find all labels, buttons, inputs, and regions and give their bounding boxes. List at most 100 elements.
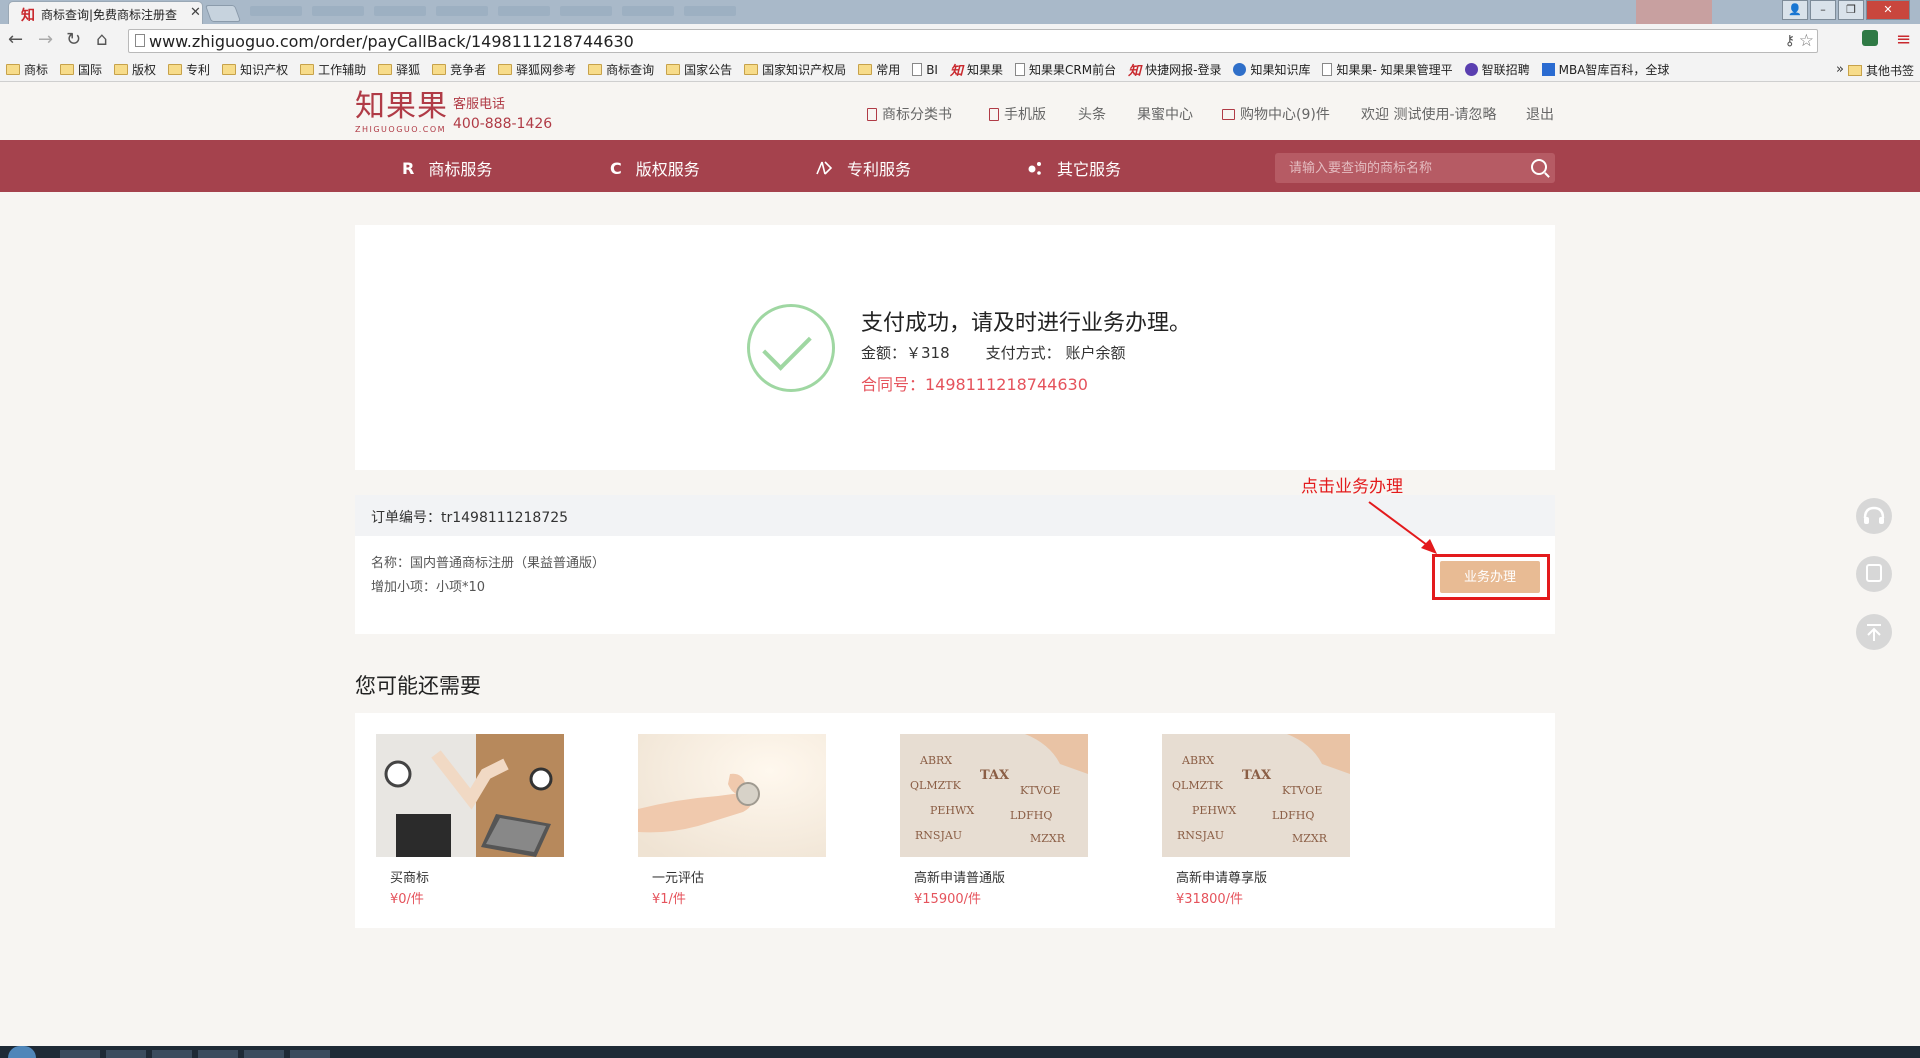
bookmark-item[interactable]: 商标查询 [588,61,654,78]
bookmark-item[interactable]: 驿狐网参考 [498,61,576,78]
recommend-item-price: ¥0/件 [390,892,424,907]
tab-close-icon[interactable]: ✕ [190,5,201,20]
toplink-welcome-user[interactable]: 欢迎 测试使用-请忽略 [1361,104,1497,124]
nav-other-service[interactable]: 其它服务 [1027,156,1121,180]
bookmark-item[interactable]: 版权 [114,61,156,78]
bookmark-item[interactable]: 知快捷网报-登录 [1128,60,1221,79]
main-navbar [0,140,1920,192]
folder-icon [432,64,447,75]
close-window-button[interactable]: ✕ [1866,0,1910,20]
hotline-number: 400-888-1426 [453,116,553,132]
nav-trademark-service[interactable]: R 商标服务 [402,156,492,180]
menu-icon[interactable]: ≡ [1896,31,1911,49]
address-url[interactable]: www.zhiguoguo.com/order/payCallBack/1498… [149,32,634,51]
back-arrow-icon[interactable]: ← [8,31,23,49]
address-bar[interactable]: www.zhiguoguo.com/order/payCallBack/1498… [128,29,1818,53]
reload-icon[interactable]: ↻ [66,31,81,49]
bookmark-item[interactable]: 知知果果 [950,60,1003,79]
recommend-item-hitech-standard[interactable]: ABRX QLMZTK PEHWX RNSJAU KTVOE LDFHQ MZXR TAX… [900,734,1088,907]
annotation-text: 点击业务办理 [1301,477,1403,497]
page-icon [912,63,923,76]
bookmark-item[interactable]: 知果知识库 [1233,61,1310,78]
search-icon[interactable] [1531,159,1547,175]
bookmark-item[interactable]: 商标 [6,61,48,78]
svg-text:MZXR: MZXR [1292,832,1328,845]
taskbar-app[interactable] [244,1050,284,1058]
toplink-trademark-book[interactable]: 商标分类书 [867,104,952,124]
recommend-item-price: ¥31800/件 [1176,892,1244,907]
folder-icon [6,64,20,75]
dots-icon [1028,162,1041,175]
bookmark-item[interactable]: 智联招聘 [1464,61,1530,78]
folder-icon [222,64,237,75]
copyright-c-icon: C [610,158,622,178]
folder-icon [588,64,603,75]
back-to-top-float-button[interactable] [1856,614,1892,650]
bookmark-item[interactable]: 竞争者 [432,61,486,78]
svg-text:PEHWX: PEHWX [930,804,974,817]
key-icon[interactable]: ⚷ [1785,33,1795,49]
zhiguoguo-icon: 知 [949,64,963,79]
toplink-honey-center[interactable]: 果蜜中心 [1137,104,1193,124]
forward-arrow-icon[interactable]: → [38,31,53,49]
bookmark-item[interactable]: 知识产权 [222,61,288,78]
page-icon [135,34,145,47]
folder-icon [744,64,759,75]
svg-text:ABRX: ABRX [919,754,952,767]
mba-icon [1541,63,1555,76]
trademark-search-input[interactable] [1289,160,1519,175]
toplink-mobile[interactable]: 手机版 [989,104,1046,124]
extension-icon[interactable] [1862,30,1878,46]
nav-patent-service[interactable]: 专利服务 [815,156,911,180]
hand-holding-coin-image [638,734,826,857]
bookmark-item[interactable]: 国家知识产权局 [744,61,846,78]
recommend-item-hitech-premium[interactable]: ABRX QLMZTK PEHWX RNSJAU KTVOE LDFHQ MZXR TAX… [1162,734,1350,907]
arrow-up-icon [1867,624,1881,641]
recommend-item-buy-trademark[interactable]: 买商标 ¥0/件 [376,734,564,907]
toplink-headlines[interactable]: 头条 [1078,104,1106,124]
mobile-float-button[interactable] [1856,556,1892,592]
bookmark-item[interactable]: 专利 [168,61,210,78]
bookmark-item[interactable]: BI [912,63,938,77]
folder-icon [858,64,873,75]
toplink-logout[interactable]: 退出 [1526,104,1554,124]
other-bookmarks[interactable]: 其他书签 [1847,62,1914,79]
bookmark-star-icon[interactable]: ☆ [1799,31,1814,51]
user-icon[interactable]: 👤 [1782,0,1808,20]
bookmark-item[interactable]: 知果果- 知果果管理平 [1322,61,1453,78]
bookmarks-more-chevron-icon[interactable]: » [1836,62,1844,77]
phone-icon [1866,564,1882,582]
recommend-item-valuation[interactable]: 一元评估 ¥1/件 [638,734,826,907]
site-logo[interactable]: 知果果 ZHIGUOGUO.COM [355,90,448,135]
bookmark-item[interactable]: 工作辅助 [300,61,366,78]
home-icon[interactable]: ⌂ [96,31,107,49]
new-tab-button[interactable] [204,5,242,22]
svg-text:MZXR: MZXR [1030,832,1066,845]
svg-text:LDFHQ: LDFHQ [1272,809,1314,822]
svg-text:TAX: TAX [1242,768,1272,783]
svg-text:QLMZTK: QLMZTK [910,779,962,792]
nav-copyright-service[interactable]: C 版权服务 [610,156,700,180]
taskbar-app[interactable] [290,1050,330,1058]
bookmark-item[interactable]: 国家公告 [666,61,732,78]
svg-text:LDFHQ: LDFHQ [1010,809,1052,822]
recommend-item-name: 买商标 [390,871,430,886]
customer-service-float-button[interactable] [1856,498,1892,534]
browser-toolbar: ← → ↻ ⌂ www.zhiguoguo.com/order/payCallB… [0,24,1920,58]
bookmark-item[interactable]: 常用 [858,61,900,78]
taskbar-app[interactable] [198,1050,238,1058]
bookmark-item[interactable]: MBA智库百科，全球 [1541,61,1669,78]
bookmarks-bar: 商标 国际 版权 专利 知识产权 工作辅助 驿狐 竞争者 驿狐网参考 商标查询 … [0,58,1920,82]
bookmark-item[interactable]: 知果果CRM前台 [1015,61,1116,78]
taskbar-app[interactable] [60,1050,100,1058]
bookmark-item[interactable]: 国际 [60,61,102,78]
bookmark-item[interactable]: 驿狐 [378,61,420,78]
maximize-button[interactable]: ❐ [1838,0,1864,20]
folder-icon [378,64,393,75]
folder-icon [168,64,183,75]
toplink-cart[interactable]: 购物中心(9)件 [1222,104,1330,124]
taskbar-app[interactable] [152,1050,192,1058]
minimize-button[interactable]: – [1810,0,1836,20]
taskbar-app[interactable] [106,1050,146,1058]
browser-tab[interactable]: 知 商标查询|免费商标注册查 ✕ [8,1,203,24]
